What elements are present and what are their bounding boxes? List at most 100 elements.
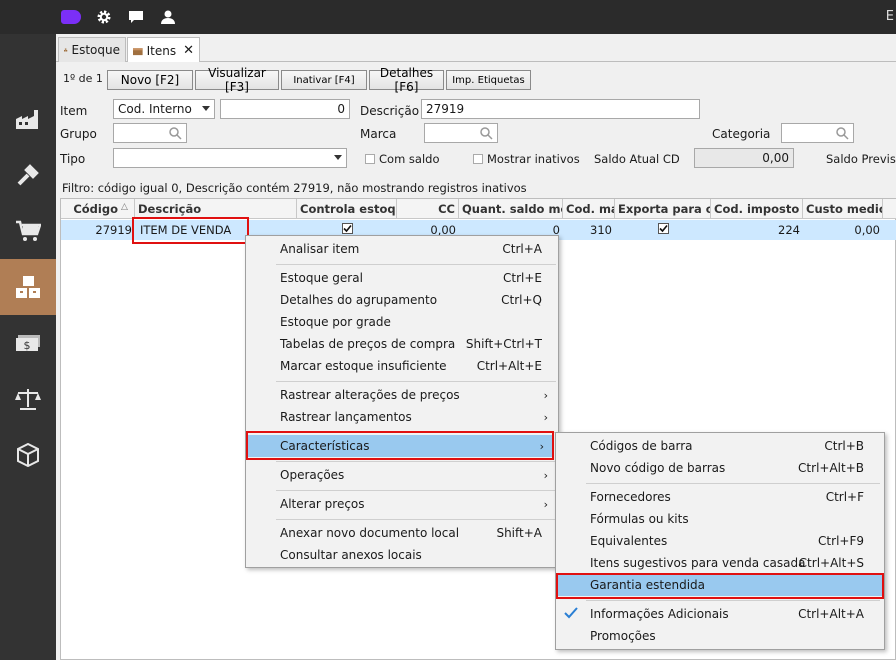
close-icon[interactable]: ✕: [183, 43, 194, 58]
grupo-input[interactable]: [113, 123, 187, 143]
search-icon[interactable]: [168, 126, 182, 140]
column-header-controla-estoque[interactable]: Controla estoqu: [297, 199, 397, 219]
menu-item-fornecedores[interactable]: Fornecedores Ctrl+F: [556, 486, 884, 508]
grupo-label: Grupo: [60, 127, 97, 141]
detalhes-button[interactable]: Detalhes [F6]: [369, 66, 444, 94]
chat-icon[interactable]: [128, 9, 144, 25]
menu-item-anexar-documento[interactable]: Anexar novo documento local Shift+A: [246, 522, 558, 544]
menu-item-estoque-geral[interactable]: Estoque geral Ctrl+E: [246, 267, 558, 289]
menu-item-formulas-kits[interactable]: Fórmulas ou kits: [556, 508, 884, 530]
menu-item-label: Rastrear lançamentos: [280, 410, 412, 424]
descricao-input[interactable]: 27919: [421, 99, 700, 119]
checkbox-checked-icon: [658, 223, 669, 234]
sidebar-item-package[interactable]: [0, 427, 56, 483]
sidebar: $: [0, 34, 56, 660]
menu-item-novo-codigo-barras[interactable]: Novo código de barras Ctrl+Alt+B: [556, 457, 884, 479]
search-icon[interactable]: [479, 126, 493, 140]
brand-icon[interactable]: [61, 10, 81, 24]
menu-item-rastrear-precos[interactable]: Rastrear alterações de preços ›: [246, 384, 558, 406]
menu-separator: [586, 600, 880, 601]
com-saldo-checkbox[interactable]: [365, 154, 375, 164]
menu-item-label: Operações: [280, 468, 345, 482]
menu-item-tabelas-precos[interactable]: Tabelas de preços de compra Shift+Ctrl+T: [246, 333, 558, 355]
tipo-select[interactable]: [113, 148, 347, 168]
visualizar-button[interactable]: Visualizar [F3]: [195, 66, 279, 94]
menu-item-alterar-precos[interactable]: Alterar preços ›: [246, 493, 558, 515]
sidebar-item-tools[interactable]: [0, 147, 56, 203]
tab-itens[interactable]: Itens ✕: [127, 37, 200, 63]
package-icon: [17, 443, 39, 467]
menu-item-itens-sugestivos[interactable]: Itens sugestivos para venda casada Ctrl+A…: [556, 552, 884, 574]
menu-item-informacoes-adicionais[interactable]: Informações Adicionais Ctrl+Alt+A: [556, 603, 884, 625]
gear-icon[interactable]: [96, 9, 112, 25]
sort-asc-icon: △: [121, 202, 128, 212]
sidebar-item-factory[interactable]: [0, 91, 56, 147]
inativar-button[interactable]: Inativar [F4]: [281, 70, 367, 90]
cell-exporta-checkbox[interactable]: [655, 220, 671, 240]
menu-item-label: Estoque por grade: [280, 315, 391, 329]
mostrar-inativos-checkbox[interactable]: [473, 154, 483, 164]
menu-separator: [276, 519, 556, 520]
menu-item-label: Consultar anexos locais: [280, 548, 422, 562]
column-header-custo-medio[interactable]: Custo medio u: [803, 199, 883, 219]
column-header-exporta[interactable]: Exporta para o: [615, 199, 711, 219]
marca-input[interactable]: [424, 123, 498, 143]
box-icon: [133, 47, 143, 55]
menu-item-operacoes[interactable]: Operações ›: [246, 464, 558, 486]
money-icon: $: [16, 335, 40, 352]
menu-separator: [276, 461, 556, 462]
menu-item-label: Promoções: [590, 629, 656, 643]
item-value-input[interactable]: 0: [220, 99, 350, 119]
marca-label: Marca: [360, 127, 397, 141]
imp-etiquetas-button[interactable]: Imp. Etiquetas: [446, 70, 531, 90]
saldo-atual-label: Saldo Atual CD: [594, 152, 680, 166]
search-icon[interactable]: [835, 126, 849, 140]
categoria-input[interactable]: [781, 123, 854, 143]
factory-icon: [16, 110, 38, 129]
menu-item-label: Estoque geral: [280, 271, 363, 285]
cart-icon: [16, 220, 41, 241]
column-header-quant-saldo[interactable]: Quant. saldo me: [459, 199, 563, 219]
menu-item-shortcut: Ctrl+E: [503, 271, 542, 285]
menu-item-shortcut: Ctrl+F: [825, 490, 864, 504]
menu-item-shortcut: Ctrl+F9: [818, 534, 864, 548]
menu-item-estoque-grade[interactable]: Estoque por grade: [246, 311, 558, 333]
sidebar-item-estoque[interactable]: [0, 259, 56, 315]
user-icon[interactable]: [160, 9, 176, 25]
menu-item-label: Analisar item: [280, 242, 360, 256]
sidebar-item-scale[interactable]: [0, 371, 56, 427]
menu-item-label: Tabelas de preços de compra: [280, 337, 456, 351]
novo-button[interactable]: Novo [F2]: [107, 70, 193, 90]
chevron-right-icon: ›: [543, 468, 548, 482]
tab-bar: Estoque Itens ✕: [56, 34, 896, 63]
menu-item-shortcut: Ctrl+Alt+S: [798, 556, 864, 570]
tab-estoque[interactable]: Estoque: [58, 37, 126, 62]
pager-text: 1º de 1: [63, 72, 103, 85]
menu-item-shortcut: Shift+Ctrl+T: [465, 337, 542, 351]
menu-item-promocoes[interactable]: Promoções: [556, 625, 884, 647]
menu-item-rastrear-lancamentos[interactable]: Rastrear lançamentos ›: [246, 406, 558, 428]
column-header-descricao[interactable]: Descrição: [135, 199, 297, 219]
categoria-label: Categoria: [712, 127, 771, 141]
sidebar-item-finance[interactable]: $: [0, 315, 56, 371]
item-type-select[interactable]: Cod. Interno: [113, 99, 215, 119]
column-header-cc[interactable]: CC: [397, 199, 459, 219]
mostrar-inativos-label: Mostrar inativos: [487, 152, 580, 166]
highlight-caracteristicas: [246, 431, 554, 460]
menu-item-equivalentes[interactable]: Equivalentes Ctrl+F9: [556, 530, 884, 552]
scale-icon: [15, 389, 41, 410]
menu-item-marcar-estoque[interactable]: Marcar estoque insuficiente Ctrl+Alt+E: [246, 355, 558, 377]
menu-item-analisar[interactable]: Analisar item Ctrl+A: [246, 238, 558, 260]
sidebar-item-cart[interactable]: [0, 203, 56, 259]
column-header-cod-imposto[interactable]: Cod. imposto fi: [711, 199, 803, 219]
menu-item-consultar-anexos[interactable]: Consultar anexos locais: [246, 544, 558, 566]
check-icon: [564, 607, 578, 619]
menu-item-label: Fórmulas ou kits: [590, 512, 689, 526]
menu-item-codigos-barra[interactable]: Códigos de barra Ctrl+B: [556, 435, 884, 457]
checkbox-checked-icon: [342, 223, 353, 234]
menu-item-shortcut: Ctrl+Q: [501, 293, 542, 307]
tipo-label: Tipo: [60, 152, 86, 166]
menu-item-detalhes-agrupamento[interactable]: Detalhes do agrupamento Ctrl+Q: [246, 289, 558, 311]
chevron-right-icon: ›: [543, 410, 548, 424]
column-header-cod-ma[interactable]: Cod. ma: [563, 199, 615, 219]
